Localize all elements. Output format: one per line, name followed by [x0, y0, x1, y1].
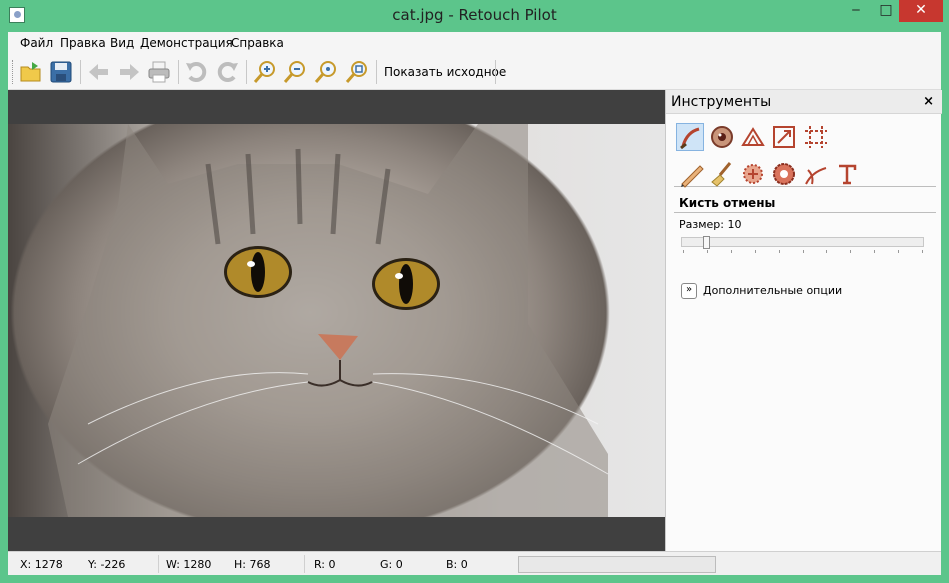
zoom-fit-icon[interactable]: [344, 59, 370, 85]
toolbar: Показать исходное: [8, 54, 941, 90]
slider-tick: [803, 250, 804, 253]
image-canvas[interactable]: [8, 90, 665, 551]
crop-tool-icon[interactable]: [802, 123, 830, 151]
patch-tool-icon[interactable]: [739, 160, 767, 188]
toolbar-separator: [246, 60, 247, 84]
close-button[interactable]: ✕: [899, 0, 943, 22]
panel-title: Инструменты: [671, 94, 772, 110]
slider-tick: [898, 250, 899, 253]
menu-view[interactable]: Вид: [110, 36, 134, 50]
show-original-button[interactable]: Показать исходное: [384, 65, 506, 79]
status-width: W: 1280: [166, 558, 212, 571]
toolbar-separator: [495, 60, 496, 84]
stamp-tool-icon[interactable]: [770, 160, 798, 188]
slider-tick: [850, 250, 851, 253]
more-options-toggle[interactable]: » Дополнительные опции: [681, 283, 842, 299]
panel-header: Инструменты ×: [666, 90, 942, 114]
status-bar: X: 1278 Y: -226 W: 1280 H: 768 R: 0 G: 0…: [8, 551, 941, 575]
toolbar-grip[interactable]: [12, 60, 16, 84]
slider-tick: [755, 250, 756, 253]
print-icon[interactable]: [146, 59, 172, 85]
toolbar-separator: [376, 60, 377, 84]
title-bar: cat.jpg - Retouch Pilot ‒ □ ✕: [0, 0, 949, 32]
slider-tick: [707, 250, 708, 253]
zoom-in-icon[interactable]: [252, 59, 278, 85]
status-red: R: 0: [314, 558, 336, 571]
status-green: G: 0: [380, 558, 403, 571]
menu-help[interactable]: Справка: [231, 36, 284, 50]
slider-tick: [922, 250, 923, 253]
redo-icon[interactable]: [214, 59, 240, 85]
menu-bar: Файл Правка Вид Демонстрация Справка: [8, 32, 941, 54]
slider-tick: [731, 250, 732, 253]
slider-tick: [779, 250, 780, 253]
status-height: H: 768: [234, 558, 271, 571]
slider-tick: [874, 250, 875, 253]
status-y: Y: -226: [88, 558, 126, 571]
broom-tool-icon[interactable]: [708, 160, 736, 188]
perspective-tool-icon[interactable]: [739, 123, 767, 151]
forward-arrow-icon[interactable]: [116, 59, 142, 85]
pencil-tool-icon[interactable]: [678, 160, 706, 188]
section-divider: [674, 212, 936, 213]
toolbar-separator: [178, 60, 179, 84]
open-icon[interactable]: [18, 59, 44, 85]
save-icon[interactable]: [48, 59, 74, 85]
status-x: X: 1278: [20, 558, 63, 571]
toolbar-separator: [80, 60, 81, 84]
back-arrow-icon[interactable]: [86, 59, 112, 85]
size-value: 10: [727, 218, 742, 231]
slider-tick: [683, 250, 684, 253]
menu-file[interactable]: Файл: [20, 36, 53, 50]
zoom-out-icon[interactable]: [282, 59, 308, 85]
menu-demo[interactable]: Демонстрация: [140, 36, 233, 50]
size-slider-thumb[interactable]: [703, 236, 710, 249]
minimize-button[interactable]: ‒: [842, 0, 870, 22]
redeye-tool-icon[interactable]: [708, 123, 736, 151]
tools-panel: Инструменты × Кисть отмены Размер: 10 » …: [665, 90, 942, 551]
size-label: Размер: 10: [679, 218, 742, 231]
expand-chevron-icon[interactable]: »: [681, 283, 697, 299]
panel-close-icon[interactable]: ×: [923, 94, 934, 109]
photo-cat: [8, 124, 665, 517]
zoom-actual-icon[interactable]: [313, 59, 339, 85]
slider-tick: [826, 250, 827, 253]
resize-tool-icon[interactable]: [770, 123, 798, 151]
size-slider[interactable]: [681, 236, 924, 249]
menu-edit[interactable]: Правка: [60, 36, 106, 50]
undo-brush-tool-icon[interactable]: [676, 123, 704, 151]
app-window: cat.jpg - Retouch Pilot ‒ □ ✕ Файл Правк…: [0, 0, 949, 583]
undo-icon[interactable]: [184, 59, 210, 85]
more-options-label: Дополнительные опции: [703, 284, 843, 297]
slider-ticks: [681, 250, 924, 254]
client-area: Файл Правка Вид Демонстрация Справка Пок…: [8, 32, 942, 575]
maximize-button[interactable]: □: [872, 0, 900, 22]
text-tool-icon[interactable]: [833, 160, 861, 188]
cat-illustration: [48, 124, 609, 517]
status-blue: B: 0: [446, 558, 468, 571]
progress-bar: [518, 556, 716, 573]
window-title: cat.jpg - Retouch Pilot: [392, 6, 557, 24]
wrinkle-tool-icon[interactable]: [802, 160, 830, 188]
tool-section-title: Кисть отмены: [679, 196, 776, 210]
